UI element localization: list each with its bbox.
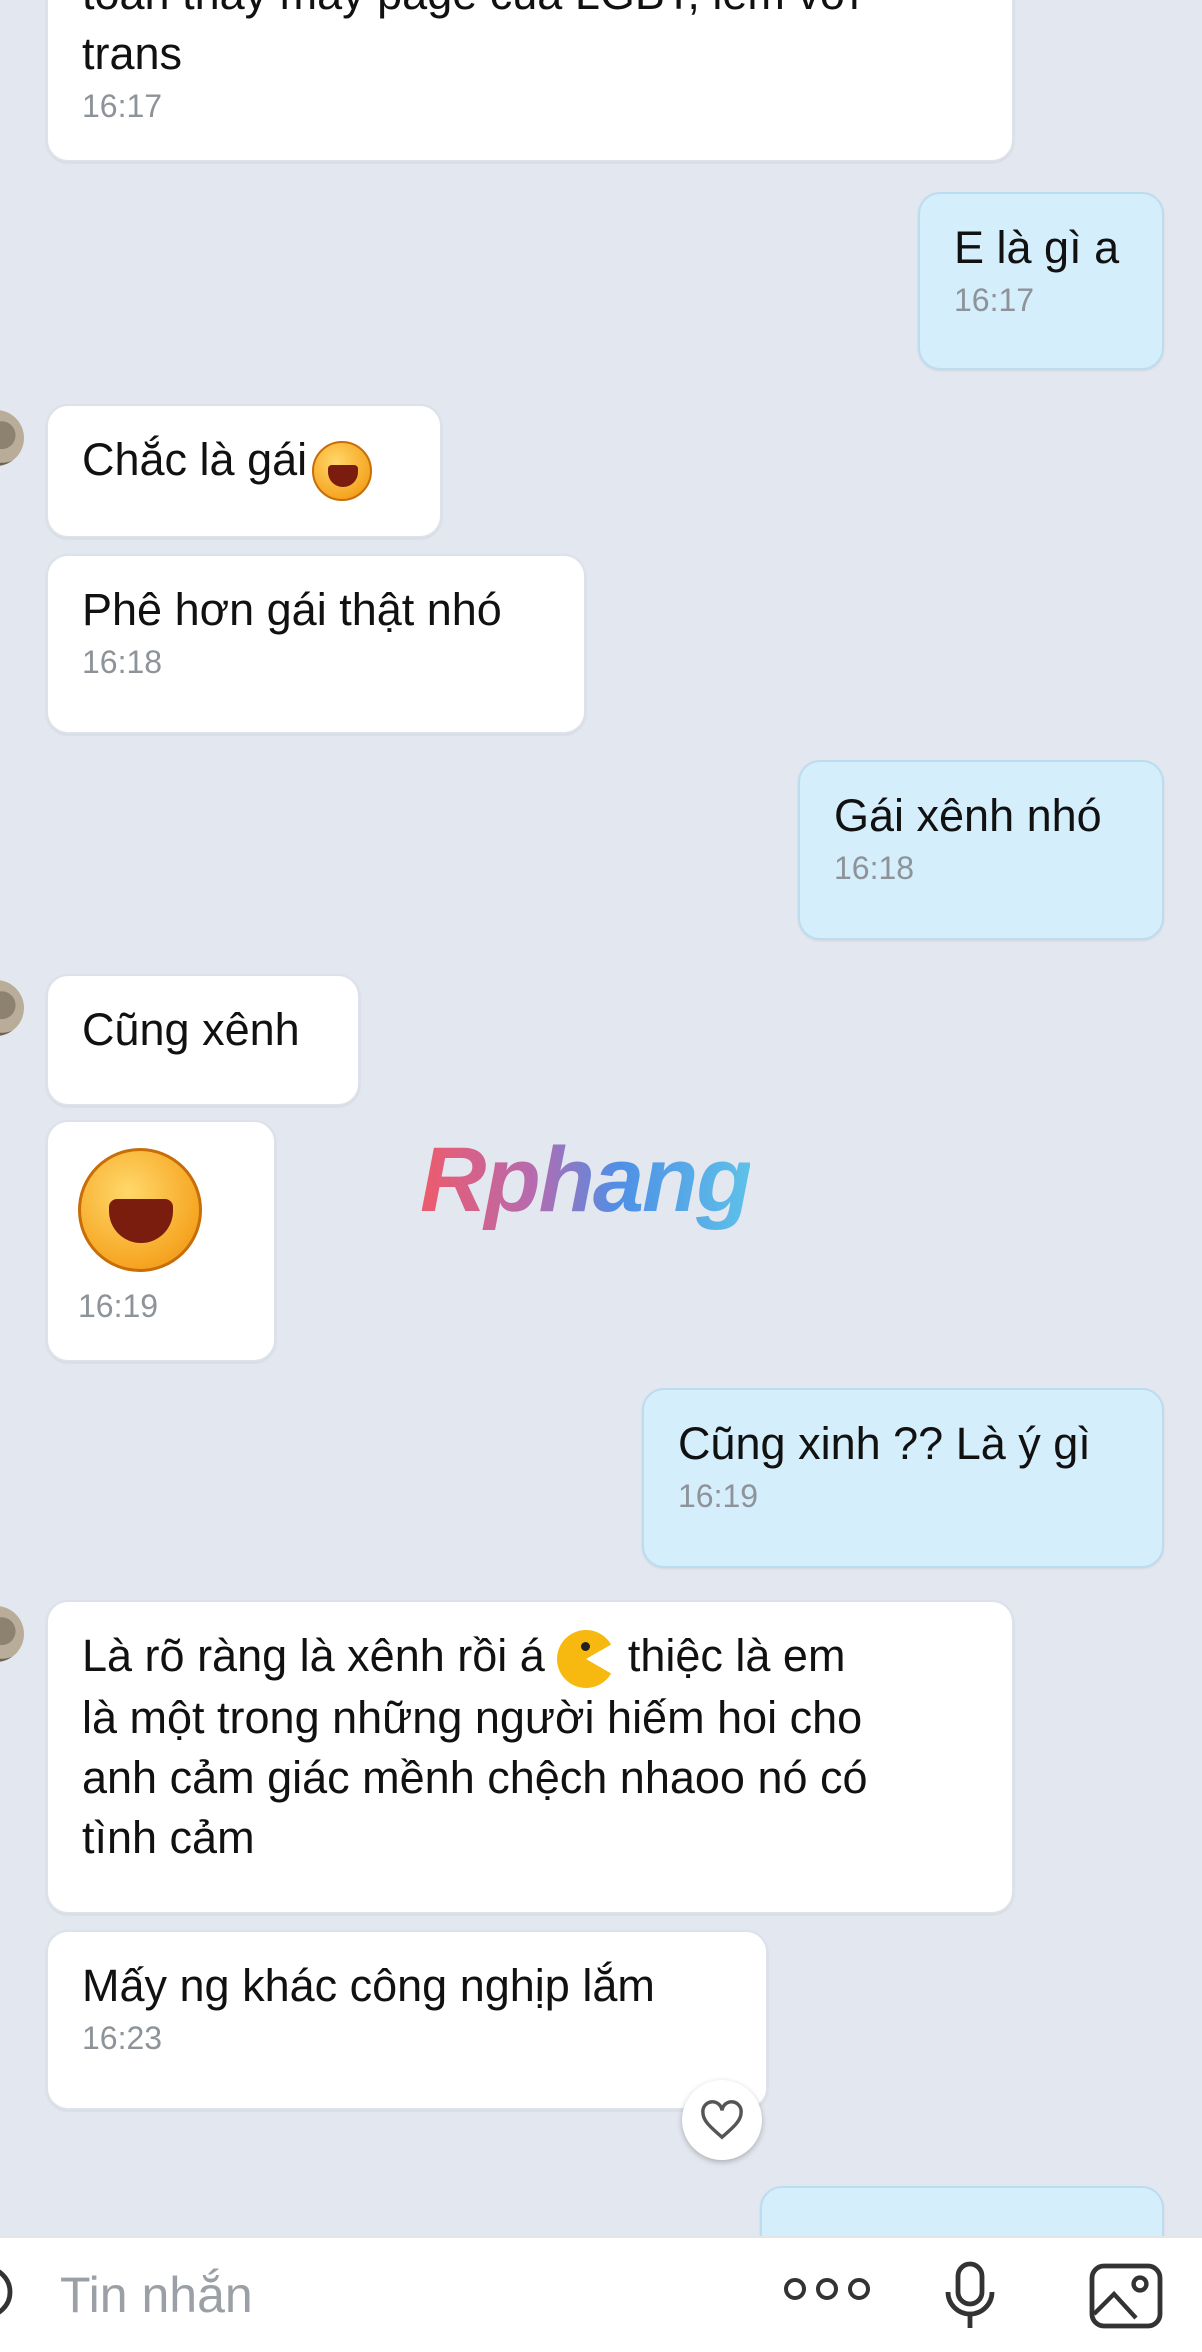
message-input[interactable]: Tin nhắn	[60, 2266, 253, 2324]
message-text: E là gì a	[954, 222, 1120, 273]
message-text: Mấy ng khác công nghịp lắm	[82, 1960, 655, 2011]
message-bubble-outgoing[interactable]: Gái xênh nhó 16:18	[798, 760, 1164, 940]
message-text: Là rõ ràng là xênh rồi á thiệc là em là …	[82, 1626, 978, 1868]
mic-icon[interactable]	[940, 2260, 1000, 2332]
message-bubble-incoming[interactable]: Chắc là gái	[46, 404, 442, 538]
laughing-sticker-icon	[78, 1148, 202, 1272]
message-time: 16:18	[834, 850, 915, 886]
laughing-emoji-icon	[311, 440, 372, 501]
image-icon[interactable]	[1088, 2262, 1164, 2330]
message-time: 16:23	[82, 2020, 163, 2056]
heart-icon	[701, 2100, 743, 2140]
message-text: Gái xênh nhó	[834, 790, 1102, 841]
more-icon-dot	[784, 2278, 806, 2300]
message-bubble-incoming[interactable]: Cũng xênh	[46, 974, 360, 1106]
avatar[interactable]	[0, 410, 24, 466]
message-bubble-outgoing[interactable]: E là gì a 16:17	[918, 192, 1164, 370]
pacman-emoji-icon	[557, 1630, 616, 1689]
message-time: 16:17	[954, 282, 1035, 318]
reaction-button[interactable]	[682, 2080, 762, 2160]
message-bubble-incoming[interactable]: Mấy ng khác công nghịp lắm 16:23	[46, 1930, 768, 2110]
message-bubble-outgoing[interactable]: Cũng xinh ?? Là ý gì 16:19	[642, 1388, 1164, 1568]
message-time: 16:19	[78, 1288, 159, 1324]
more-button[interactable]	[784, 2278, 870, 2300]
message-text: Cũng xênh	[82, 1004, 300, 1055]
message-bubble-incoming[interactable]: Là rõ ràng là xênh rồi á thiệc là em là …	[46, 1600, 1014, 1914]
message-bubble-outgoing[interactable]	[760, 2186, 1164, 2236]
watermark-logo: Rphang	[420, 1129, 752, 1231]
message-text: toàn thấy mấy page của LGBT, lem với tra…	[82, 0, 859, 79]
message-bubble-incoming[interactable]: Phê hơn gái thật nhó 16:18	[46, 554, 586, 734]
avatar[interactable]	[0, 980, 24, 1036]
more-icon-dot	[816, 2278, 838, 2300]
message-time: 16:17	[82, 88, 163, 124]
message-text: Cũng xinh ?? Là ý gì	[678, 1418, 1091, 1469]
message-bubble-incoming[interactable]: toàn thấy mấy page của LGBT, lem với tra…	[46, 0, 1014, 162]
avatar[interactable]	[0, 1606, 24, 1662]
composer-bar: Tin nhắn	[0, 2236, 1202, 2352]
emoji-icon[interactable]	[0, 2260, 26, 2324]
message-time: 16:19	[678, 1478, 759, 1514]
sticker-message[interactable]: 16:19	[46, 1120, 276, 1362]
message-time: 16:18	[82, 644, 163, 680]
message-list[interactable]: toàn thấy mấy page của LGBT, lem với tra…	[0, 0, 1202, 2236]
message-text: Phê hơn gái thật nhó	[82, 584, 502, 635]
more-icon-dot	[848, 2278, 870, 2300]
message-text-part: Là rõ ràng là xênh rồi á	[82, 1630, 545, 1681]
message-text: Chắc là gái	[82, 434, 308, 485]
